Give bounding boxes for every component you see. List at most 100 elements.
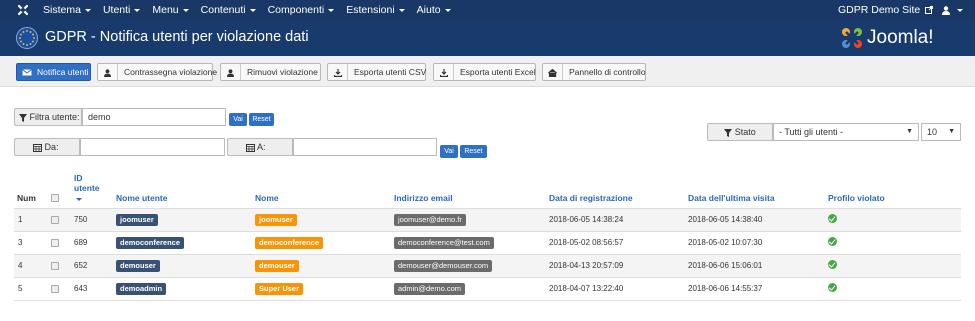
export-csv-button[interactable]: Esporta utenti CSV — [327, 63, 426, 81]
row-checkbox[interactable] — [51, 238, 59, 247]
row-checkbox[interactable] — [51, 261, 59, 270]
check-circle-icon[interactable] — [828, 260, 837, 269]
cell-name: democonference — [255, 231, 394, 255]
cell-email: democonference@test.com — [394, 231, 549, 255]
menu-estensioni[interactable]: Estensioni — [346, 0, 405, 21]
menu-label: Componenti — [267, 4, 325, 16]
site-link[interactable]: GDPR Demo Site — [838, 0, 934, 21]
remove-violation-button[interactable]: Rimuovi violazione — [220, 63, 321, 81]
menu-label: Utenti — [102, 4, 131, 16]
username-badge[interactable]: democonference — [116, 236, 185, 249]
username-badge[interactable]: demoadmin — [116, 282, 167, 295]
row-checkbox[interactable] — [51, 215, 59, 224]
state-filter-label: Stato — [707, 123, 773, 141]
email-badge: democonference@test.com — [394, 236, 494, 249]
calendar-icon — [246, 143, 255, 152]
date-from-input[interactable] — [80, 138, 225, 156]
cell-last-visit: 2018-06-06 14:55:37 — [688, 277, 828, 301]
col-violated[interactable]: Profilo violato — [828, 170, 961, 209]
user-icon — [98, 64, 118, 80]
limit-select[interactable]: 10 ▼ — [921, 123, 961, 141]
name-badge: joomuser — [255, 213, 297, 226]
col-username[interactable]: Nome utente — [116, 170, 255, 209]
user-filter-label: Filtra utente: — [14, 108, 82, 126]
cell-violated — [828, 254, 961, 278]
joomla-brand-text: Joomla! — [867, 27, 934, 48]
caret-down-icon — [134, 8, 141, 12]
filter-reset-button[interactable]: Reset — [249, 113, 274, 126]
col-id[interactable]: ID utente — [74, 170, 116, 209]
date-reset-button[interactable]: Reset — [460, 145, 487, 158]
download-icon — [328, 64, 348, 80]
select-arrow-icon: ▼ — [948, 128, 955, 135]
menu-menu[interactable]: Menu — [152, 0, 189, 21]
cell-name: joomuser — [255, 208, 394, 232]
caret-down-icon — [84, 8, 91, 12]
cell-num: 3 — [14, 231, 51, 255]
select-all-checkbox[interactable] — [51, 194, 59, 203]
cell-last-visit: 2018-05-02 10:07:30 — [688, 231, 828, 255]
check-circle-icon[interactable] — [828, 283, 837, 292]
user-menu[interactable] — [942, 0, 963, 21]
notify-users-button[interactable]: Notifica utenti — [16, 63, 91, 81]
username-badge[interactable]: demouser — [116, 259, 160, 272]
date-from-label: Da: — [14, 138, 80, 156]
cell-last-visit: 2018-06-06 15:06:01 — [688, 254, 828, 278]
menu-label: Sistema — [43, 4, 81, 16]
button-label: Contrassegna violazione — [124, 67, 218, 77]
check-circle-icon[interactable] — [828, 214, 837, 223]
download-icon — [434, 64, 454, 80]
sort-caret-icon — [76, 197, 82, 201]
export-excel-button[interactable]: Esporta utenti Excel — [433, 63, 536, 81]
username-badge[interactable]: joomuser — [116, 213, 158, 226]
joomla-logo-icon — [842, 28, 862, 48]
check-circle-icon[interactable] — [828, 237, 837, 246]
cell-id: 643 — [74, 277, 116, 301]
cell-num: 1 — [14, 208, 51, 232]
col-last-visit[interactable]: Data dell'ultima visita — [688, 170, 828, 209]
date-go-button[interactable]: Vai — [440, 145, 458, 158]
menu-componenti[interactable]: Componenti — [268, 0, 335, 21]
menu-label: Aiuto — [416, 4, 441, 16]
filter-go-button[interactable]: Vai — [229, 113, 247, 126]
email-badge: demouser@demouser.com — [394, 259, 493, 272]
name-badge: demouser — [255, 259, 299, 272]
name-badge: democonference — [255, 236, 324, 249]
caret-down-icon — [956, 8, 963, 12]
menu-label: Menu — [152, 4, 179, 16]
name-badge: Super User — [255, 282, 304, 295]
joomla-logo-icon[interactable] — [16, 3, 30, 17]
calendar-icon — [33, 143, 42, 152]
cell-violated — [828, 231, 961, 255]
caret-down-icon — [249, 8, 256, 12]
cell-id: 652 — [74, 254, 116, 278]
date-to-input[interactable] — [293, 138, 437, 156]
state-select[interactable]: - Tutti gli utenti - ▼ — [773, 123, 919, 141]
row-checkbox[interactable] — [51, 284, 59, 293]
cell-select — [51, 208, 74, 232]
users-table: Num ID utente Nome utente Nome Indirizzo… — [14, 170, 961, 301]
user-icon — [221, 64, 241, 80]
menu-sistema[interactable]: Sistema — [43, 0, 91, 21]
menu-aiuto[interactable]: Aiuto — [417, 0, 451, 21]
table-header-row: Num ID utente Nome utente Nome Indirizzo… — [14, 170, 961, 209]
col-registered[interactable]: Data di registrazione — [549, 170, 688, 209]
col-email[interactable]: Indirizzo email — [394, 170, 549, 209]
caret-down-icon — [398, 8, 405, 12]
button-label: Esporta utenti Excel — [460, 67, 536, 77]
control-panel-button[interactable]: Pannello di controllo — [542, 63, 646, 81]
email-badge: joomuser@demo.fr — [394, 213, 466, 226]
cell-select — [51, 277, 74, 301]
caret-down-icon — [182, 8, 189, 12]
toolbar: Notifica utenti Contrassegna violazione … — [0, 56, 975, 87]
cell-email: joomuser@demo.fr — [394, 208, 549, 232]
col-name[interactable]: Nome — [255, 170, 394, 209]
menu-utenti[interactable]: Utenti — [102, 0, 141, 21]
cell-num: 4 — [14, 254, 51, 278]
menu-contenuti[interactable]: Contenuti — [201, 0, 256, 21]
mark-violation-button[interactable]: Contrassegna violazione — [97, 63, 217, 81]
button-label: Notifica utenti — [37, 67, 89, 77]
gdpr-icon — [16, 27, 38, 49]
limit-select-value: 10 — [927, 127, 938, 137]
user-filter-input[interactable]: demo — [82, 108, 226, 126]
